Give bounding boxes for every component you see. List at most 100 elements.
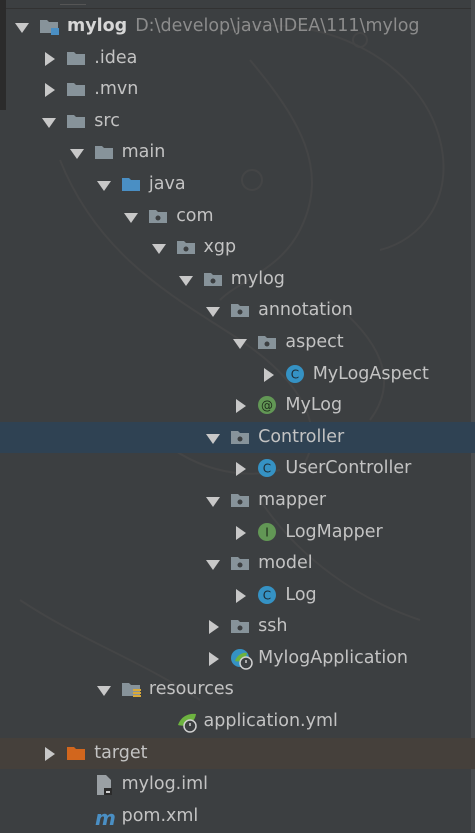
tree-node-text: com: [176, 205, 214, 226]
expand-arrow-open-icon[interactable]: [151, 244, 166, 255]
tree-node-mvn[interactable]: .mvn: [0, 74, 475, 106]
tree-node-label: LogMapper: [285, 522, 382, 542]
tree-node-pom-xml[interactable]: m pom.xml: [0, 801, 475, 833]
tree-node-mylog-annotation[interactable]: @ MyLog: [0, 390, 475, 422]
tree-node-label: Log: [285, 585, 316, 605]
tree-node-label: .idea: [94, 48, 137, 68]
svg-text:C: C: [263, 588, 271, 602]
svg-text:C: C: [263, 462, 271, 476]
tree-node-idea[interactable]: .idea: [0, 43, 475, 75]
expand-arrow-open-icon[interactable]: [124, 212, 139, 223]
tree-node-label: java: [149, 174, 186, 194]
expand-arrow-closed-icon[interactable]: [236, 588, 247, 603]
tree-node-logmapper[interactable]: I LogMapper: [0, 517, 475, 549]
tree-node-mapper[interactable]: mapper: [0, 485, 475, 517]
tree-node-label: MyLog: [285, 395, 342, 415]
tree-node-controller[interactable]: Controller: [0, 421, 475, 454]
tree-node-java[interactable]: java: [0, 169, 475, 201]
resources-folder-icon: [121, 681, 141, 698]
tree-node-label: .mvn: [94, 79, 138, 99]
spring-boot-class-icon: [230, 648, 253, 670]
tree-node-resources[interactable]: resources: [0, 674, 475, 706]
expand-arrow-closed-icon[interactable]: [209, 620, 220, 635]
tree-node-text: MylogApplication: [258, 647, 409, 668]
expand-arrow-open-icon[interactable]: [206, 560, 221, 571]
expand-arrow-open-icon[interactable]: [96, 686, 111, 697]
project-tree[interactable]: mylog D:\develop\java\IDEA\111\mylog .idea…: [0, 11, 475, 832]
expand-arrow-open-icon[interactable]: [15, 23, 29, 33]
package-icon: [230, 618, 250, 634]
tree-node-application-yml[interactable]: application.yml: [0, 706, 475, 738]
tree-node-text: Controller: [258, 426, 345, 447]
tree-node-com[interactable]: com: [0, 201, 475, 233]
tree-node-aspect[interactable]: aspect: [0, 327, 475, 359]
expand-arrow-open-icon[interactable]: [42, 117, 57, 128]
tree-node-target[interactable]: target: [0, 737, 475, 770]
package-icon: [176, 239, 195, 255]
tree-node-text: MyLog: [285, 395, 343, 416]
tree-node-text: aspect: [285, 331, 344, 352]
tree-node-text: src: [94, 110, 120, 131]
tree-node-label: MylogApplication: [258, 648, 408, 668]
expand-arrow-open-icon[interactable]: [96, 180, 111, 191]
tree-node-text: .idea: [94, 47, 138, 68]
tree-node-mylog-pkg[interactable]: mylog: [0, 264, 475, 296]
tree-node-label: src: [94, 111, 120, 131]
expand-arrow-open-icon[interactable]: [178, 275, 193, 286]
tree-node-label: Controller: [258, 427, 344, 447]
tree-node-ssh[interactable]: ssh: [0, 611, 475, 643]
expand-arrow-closed-icon[interactable]: [263, 367, 274, 382]
expand-arrow-closed-icon[interactable]: [236, 399, 247, 414]
tree-node-text: UserController: [285, 458, 412, 479]
folder-icon: [66, 50, 86, 66]
tree-node-annotation[interactable]: annotation: [0, 295, 475, 327]
tree-node-model[interactable]: model: [0, 548, 475, 580]
tree-node-src[interactable]: src: [0, 106, 475, 138]
tree-node-label: pom.xml: [122, 806, 199, 826]
expand-arrow-open-icon[interactable]: [69, 149, 84, 160]
svg-text:C: C: [290, 367, 298, 381]
package-icon: [230, 555, 250, 571]
tree-node-mylogapplication[interactable]: MylogApplication: [0, 643, 475, 675]
expand-arrow-open-icon[interactable]: [206, 496, 221, 507]
tree-node-label: com: [176, 206, 213, 226]
package-icon: [148, 208, 168, 224]
expand-arrow-closed-icon[interactable]: [45, 83, 56, 98]
tree-node-label: mylog: [231, 269, 285, 289]
tree-node-label: model: [258, 553, 313, 573]
class-icon: C: [257, 585, 277, 604]
expand-arrow-open-icon[interactable]: [233, 338, 248, 349]
expand-arrow-closed-icon[interactable]: [209, 651, 220, 666]
tree-node-text: .mvn: [94, 79, 139, 100]
svg-text:I: I: [266, 525, 270, 539]
tree-node-text: pom.xml: [121, 805, 199, 826]
interface-icon: I: [257, 522, 277, 541]
expand-arrow-open-icon[interactable]: [206, 433, 221, 444]
spring-yml-icon: [176, 711, 197, 733]
expand-arrow-closed-icon[interactable]: [45, 746, 56, 761]
folder-icon: [66, 113, 86, 129]
tree-node-usercontroller[interactable]: C UserController: [0, 453, 475, 485]
tree-node-label: mapper: [258, 490, 326, 510]
expand-arrow-closed-icon[interactable]: [236, 525, 247, 540]
expand-arrow-open-icon[interactable]: [206, 307, 221, 318]
folder-icon: [94, 144, 113, 160]
tree-node-label: ssh: [258, 616, 287, 636]
tree-node-label: MyLogAspect: [313, 364, 429, 384]
tree-node-text: mylog: [230, 268, 285, 289]
tree-node-mylogaspect[interactable]: C MyLogAspect: [0, 359, 475, 391]
expand-arrow-closed-icon[interactable]: [236, 462, 247, 477]
tree-node-text: Log: [285, 584, 317, 605]
package-icon: [230, 492, 250, 508]
folder-icon: [66, 81, 86, 97]
tree-node-mylog-iml[interactable]: mylog.iml: [0, 769, 475, 801]
tree-node-mylog-root[interactable]: mylog D:\develop\java\IDEA\111\mylog: [0, 11, 475, 43]
tree-node-log[interactable]: C Log: [0, 580, 475, 612]
tree-node-xgp[interactable]: xgp: [0, 232, 475, 264]
tree-node-label: mylog D:\develop\java\IDEA\111\mylog: [67, 16, 420, 36]
expand-arrow-closed-icon[interactable]: [45, 51, 56, 66]
maven-file-icon: m: [94, 806, 116, 830]
package-icon: [257, 334, 277, 350]
header-grip: [60, 0, 86, 5]
tree-node-main[interactable]: main: [0, 137, 475, 169]
